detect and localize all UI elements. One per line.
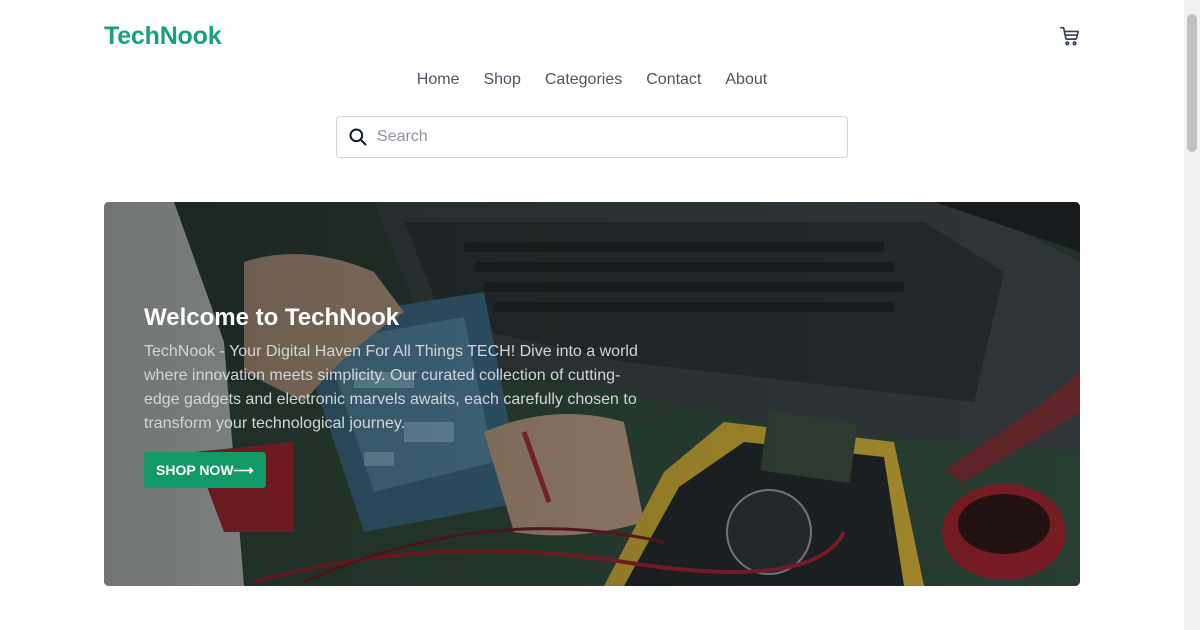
shop-now-button[interactable]: SHOP NOW⟶ xyxy=(144,452,266,488)
search-input[interactable] xyxy=(377,128,847,146)
hero-content: Welcome to TechNook TechNook - Your Digi… xyxy=(144,302,644,488)
nav-about[interactable]: About xyxy=(725,69,767,91)
scrollbar-thumb[interactable] xyxy=(1187,14,1197,152)
hero-title: Welcome to TechNook xyxy=(144,304,400,331)
page: TechNook Home Shop Categories Contact Ab… xyxy=(0,0,1184,630)
nav-shop[interactable]: Shop xyxy=(483,69,520,91)
nav-contact[interactable]: Contact xyxy=(646,69,701,91)
hero-description: TechNook - Your Digital Haven For All Th… xyxy=(144,343,638,432)
cart-icon[interactable] xyxy=(1059,25,1081,47)
page-scrollbar[interactable] xyxy=(1184,0,1200,630)
nav-categories[interactable]: Categories xyxy=(545,69,622,91)
hero-banner: Welcome to TechNook TechNook - Your Digi… xyxy=(104,202,1080,586)
brand-logo[interactable]: TechNook xyxy=(104,22,222,51)
main-nav: Home Shop Categories Contact About xyxy=(0,69,1184,91)
search-bar xyxy=(336,116,848,158)
search-icon xyxy=(348,127,368,147)
nav-home[interactable]: Home xyxy=(417,69,460,91)
